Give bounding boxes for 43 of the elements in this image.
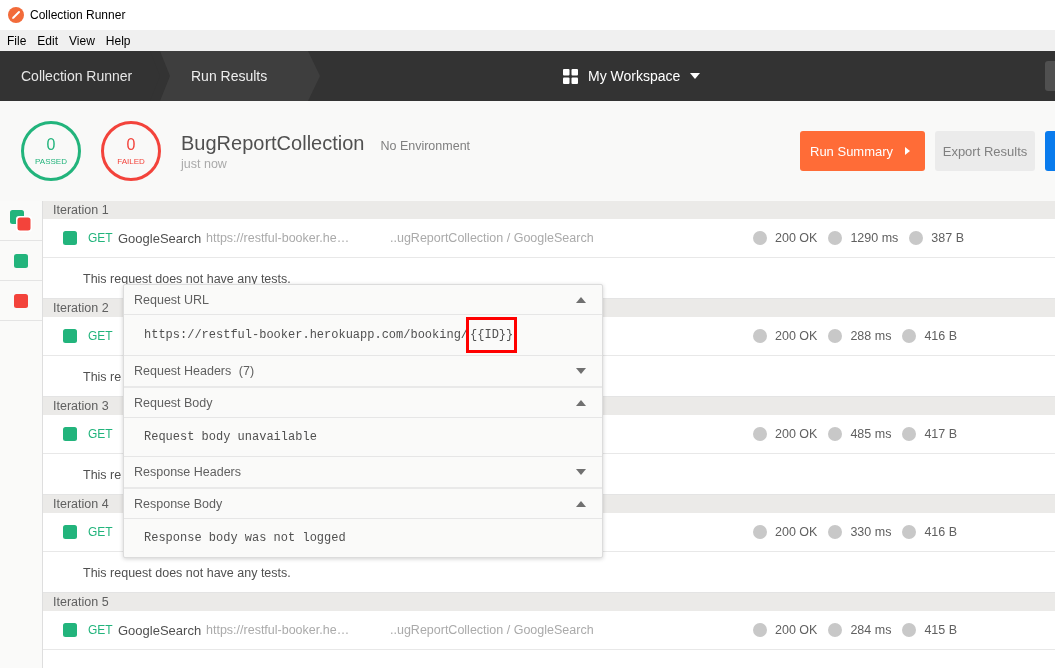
- response-size: 416 B: [924, 525, 958, 539]
- environment-label: No Environment: [380, 138, 471, 153]
- response-size: 416 B: [924, 329, 958, 343]
- response-time: 288 ms: [850, 329, 892, 343]
- request-name: GoogleSearch: [118, 622, 203, 638]
- response-time: 330 ms: [850, 525, 892, 539]
- request-url: https://restful-booker.he…: [206, 623, 351, 637]
- iteration-header: Iteration 1: [43, 201, 1055, 219]
- status-code: 200 OK: [775, 623, 818, 637]
- test-note: This request does not have any tests.: [83, 566, 291, 580]
- url-variable: {{ID}}: [466, 317, 518, 353]
- response-time: 284 ms: [850, 623, 892, 637]
- method-label: GET: [88, 329, 114, 343]
- counter-value: 0: [46, 135, 56, 154]
- test-note: This re: [83, 370, 122, 384]
- response-size: 415 B: [924, 623, 958, 637]
- counter-label: FAILED: [117, 156, 145, 167]
- request-path: ..ugReportCollection / GoogleSearch: [390, 623, 595, 637]
- iteration-header: Iteration 5: [43, 593, 1055, 611]
- method-label: GET: [88, 231, 114, 245]
- request-path: ..ugReportCollection / GoogleSearch: [390, 231, 595, 245]
- status-code: 200 OK: [775, 427, 818, 441]
- status-code: 200 OK: [775, 231, 818, 245]
- request-url: https://restful-booker.he…: [206, 231, 351, 245]
- response-time: 485 ms: [850, 427, 892, 441]
- response-time: 1290 ms: [850, 231, 899, 245]
- test-note: This re: [83, 468, 122, 482]
- body-message: Response body was not logged: [144, 531, 346, 545]
- window-title: Collection Runner: [30, 8, 126, 22]
- response-size: 417 B: [924, 427, 958, 441]
- run-time: just now: [181, 156, 227, 171]
- method-label: GET: [88, 525, 114, 539]
- status-code: 200 OK: [775, 525, 818, 539]
- counter-value: 0: [126, 135, 136, 154]
- method-label: GET: [88, 623, 114, 637]
- request-name: GoogleSearch: [118, 230, 203, 246]
- body-message: Request body unavailable: [144, 430, 317, 444]
- collection-name: BugReportCollection: [181, 131, 365, 155]
- method-label: GET: [88, 427, 114, 441]
- status-code: 200 OK: [775, 329, 818, 343]
- counter-label: PASSED: [35, 156, 67, 167]
- request-url: https://restful-booker.herokuapp.com/booking/: [144, 328, 469, 342]
- response-size: 387 B: [931, 231, 964, 245]
